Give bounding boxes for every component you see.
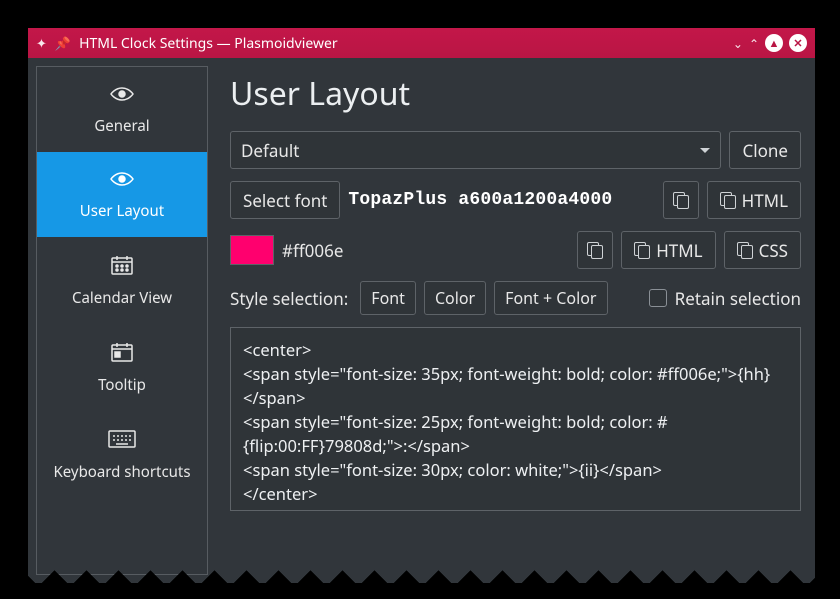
eye-icon [110, 170, 134, 193]
copy-font-button[interactable] [663, 181, 699, 219]
retain-label: Retain selection [675, 287, 801, 310]
sidebar-item-label: Tooltip [98, 375, 146, 395]
settings-window: ✦ 📌 HTML Clock Settings — Plasmoidviewer… [28, 28, 815, 583]
color-css-button[interactable]: CSS [724, 231, 801, 269]
sidebar-item-label: User Layout [80, 201, 164, 221]
font-preview: TopazPlus a600a1200a4000 [348, 190, 654, 210]
style-color-button[interactable]: Color [424, 281, 486, 315]
sidebar-item-label: Keyboard shortcuts [53, 462, 190, 482]
sidebar-item-general[interactable]: General [37, 67, 207, 152]
font-row: Select font TopazPlus a600a1200a4000 HTM… [230, 181, 801, 219]
copy-icon [587, 242, 603, 258]
calendar-icon [111, 255, 133, 280]
preset-selected: Default [241, 139, 299, 162]
keyboard-icon [108, 429, 136, 454]
copy-color-button[interactable] [577, 231, 613, 269]
copy-icon [720, 192, 736, 208]
sidebar: General User Layout Calendar View Toolti… [36, 66, 208, 575]
calendar-day-icon [111, 342, 133, 367]
color-hex: #ff006e [282, 239, 569, 262]
page-heading: User Layout [230, 72, 801, 115]
maximize-icon[interactable]: ▲ [765, 34, 783, 52]
clone-button[interactable]: Clone [729, 131, 801, 169]
font-html-button[interactable]: HTML [707, 181, 801, 219]
copy-icon [737, 242, 753, 258]
retain-selection[interactable]: Retain selection [649, 287, 801, 310]
titlebar[interactable]: ✦ 📌 HTML Clock Settings — Plasmoidviewer… [28, 28, 815, 58]
style-row: Style selection: Font Color Font + Color… [230, 281, 801, 315]
app-icon: ✦ [36, 34, 47, 52]
chevron-down-icon [700, 148, 710, 153]
sidebar-item-user-layout[interactable]: User Layout [37, 152, 207, 237]
retain-checkbox[interactable] [649, 289, 667, 307]
copy-icon [673, 192, 689, 208]
window-title: HTML Clock Settings — Plasmoidviewer [79, 34, 725, 53]
torn-edge-decoration [20, 565, 825, 593]
style-font-color-button[interactable]: Font + Color [494, 281, 607, 315]
menu-up-icon[interactable]: ⌃ [749, 35, 759, 52]
menu-down-icon[interactable]: ⌄ [733, 35, 743, 52]
sidebar-item-calendar-view[interactable]: Calendar View [37, 237, 207, 324]
html-editor[interactable]: <center> <span style="font-size: 35px; f… [230, 327, 801, 511]
preset-combobox[interactable]: Default [230, 131, 721, 169]
sidebar-item-label: General [94, 116, 149, 136]
pin-icon[interactable]: 📌 [55, 34, 71, 52]
preset-row: Default Clone [230, 131, 801, 169]
select-font-button[interactable]: Select font [230, 181, 340, 219]
style-font-button[interactable]: Font [360, 281, 416, 315]
close-icon[interactable]: ✕ [789, 34, 807, 52]
sidebar-item-keyboard-shortcuts[interactable]: Keyboard shortcuts [37, 411, 207, 498]
window-controls: ⌄ ⌃ ▲ ✕ [733, 34, 807, 52]
eye-icon [110, 85, 134, 108]
color-row: #ff006e HTML CSS [230, 231, 801, 269]
style-selection-label: Style selection: [230, 287, 348, 310]
copy-icon [634, 242, 650, 258]
sidebar-item-label: Calendar View [72, 288, 172, 308]
window-body: General User Layout Calendar View Toolti… [28, 58, 815, 583]
main-panel: User Layout Default Clone Select font To… [216, 66, 807, 575]
sidebar-item-tooltip[interactable]: Tooltip [37, 324, 207, 411]
color-html-button[interactable]: HTML [621, 231, 715, 269]
color-swatch[interactable] [230, 235, 274, 265]
